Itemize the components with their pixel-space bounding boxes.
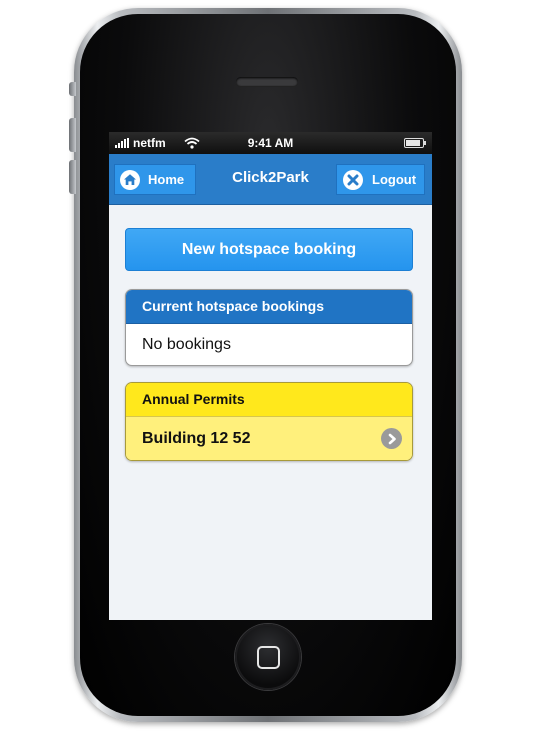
new-hotspace-booking-button[interactable]: New hotspace booking [125, 228, 413, 271]
close-icon [343, 169, 363, 190]
current-bookings-card: Current hotspace bookings No bookings [125, 289, 413, 366]
logout-button[interactable]: Logout [336, 164, 425, 195]
mute-switch [69, 82, 76, 96]
chevron-right-icon [381, 428, 402, 449]
screen: netfm 9:41 AM Home Click2Park Logout New… [109, 132, 432, 620]
status-time: 9:41 AM [247, 136, 294, 150]
logout-button-label: Logout [372, 172, 417, 187]
no-bookings-text: No bookings [126, 323, 412, 365]
battery-icon [404, 138, 426, 148]
permit-label: Building 12 52 [142, 430, 251, 447]
status-bar: netfm 9:41 AM [109, 132, 432, 154]
current-bookings-title: Current hotspace bookings [126, 290, 412, 323]
volume-up-button [69, 118, 76, 152]
annual-permits-card: Annual Permits Building 12 52 [125, 382, 413, 461]
home-square-icon [257, 646, 280, 669]
home-hardware-button[interactable] [235, 624, 301, 690]
app-header: Home Click2Park Logout [109, 154, 432, 205]
volume-down-button [69, 160, 76, 194]
annual-permits-title: Annual Permits [126, 383, 412, 417]
permit-list-item[interactable]: Building 12 52 [126, 417, 412, 460]
earpiece-speaker [236, 77, 298, 86]
